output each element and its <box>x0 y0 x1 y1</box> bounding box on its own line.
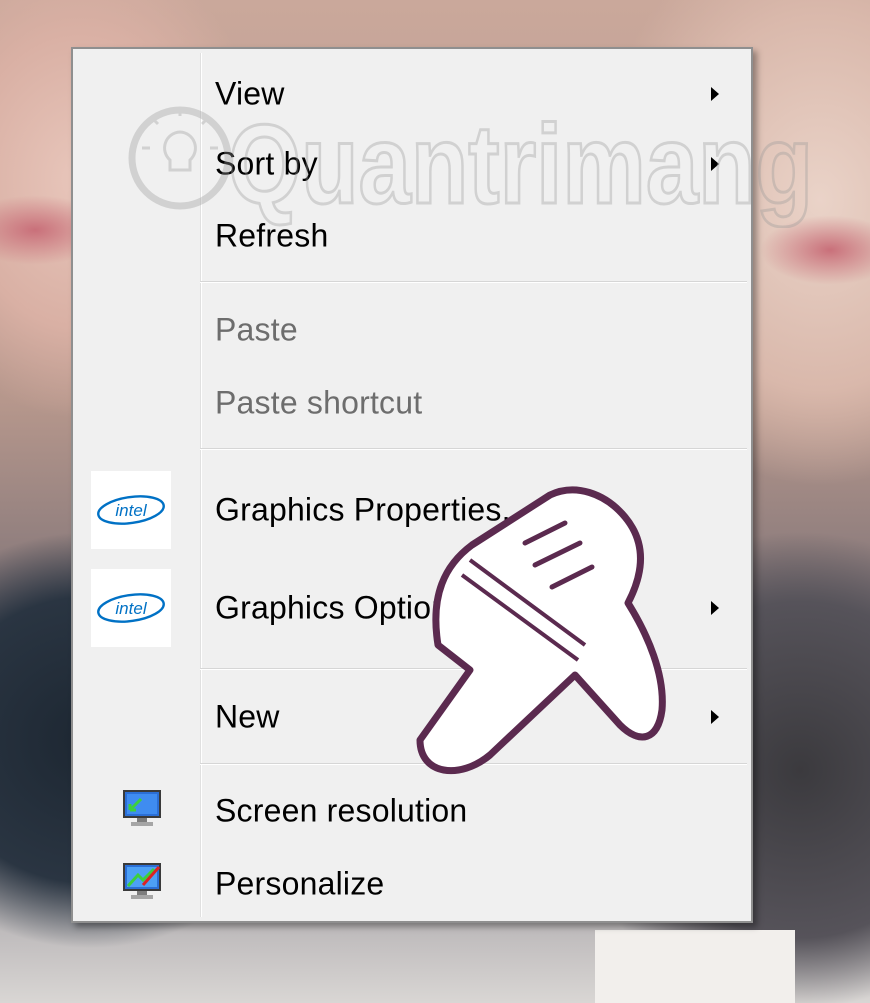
menu-item-label: View <box>215 75 285 112</box>
submenu-arrow-icon <box>711 601 719 615</box>
menu-item-label: Personalize <box>215 865 385 902</box>
menu-separator <box>200 281 747 283</box>
menu-item-screen-resolution[interactable]: Screen resolution <box>77 780 747 842</box>
menu-item-label: New <box>215 698 280 735</box>
menu-item-label: Paste shortcut <box>215 384 423 421</box>
menu-item-graphics-properties[interactable]: Graphics Properties... <box>77 479 747 541</box>
submenu-arrow-icon <box>711 87 719 101</box>
menu-item-view[interactable]: View <box>77 63 747 125</box>
menu-item-label: Graphics Options <box>215 589 466 626</box>
wallpaper-shirt <box>595 930 795 1003</box>
submenu-arrow-icon <box>711 710 719 724</box>
menu-item-refresh[interactable]: Refresh <box>77 205 747 267</box>
menu-item-graphics-options[interactable]: Graphics Options <box>77 577 747 639</box>
submenu-arrow-icon <box>711 157 719 171</box>
menu-item-paste-shortcut[interactable]: Paste shortcut <box>77 372 747 434</box>
menu-item-label: Paste <box>215 311 298 348</box>
wallpaper-lips-right <box>760 215 870 285</box>
menu-separator <box>200 448 747 450</box>
menu-separator <box>200 668 747 670</box>
menu-item-label: Sort by <box>215 145 318 182</box>
menu-item-label: Refresh <box>215 217 329 254</box>
menu-item-label: Screen resolution <box>215 792 468 829</box>
menu-item-new[interactable]: New <box>77 686 747 748</box>
desktop-context-menu: View Sort by Refresh Paste Paste shortcu… <box>71 47 753 923</box>
menu-item-sort-by[interactable]: Sort by <box>77 133 747 195</box>
menu-item-label: Graphics Properties... <box>215 491 529 528</box>
menu-item-personalize[interactable]: Personalize <box>77 853 747 915</box>
menu-separator <box>200 763 747 765</box>
menu-item-paste[interactable]: Paste <box>77 299 747 361</box>
